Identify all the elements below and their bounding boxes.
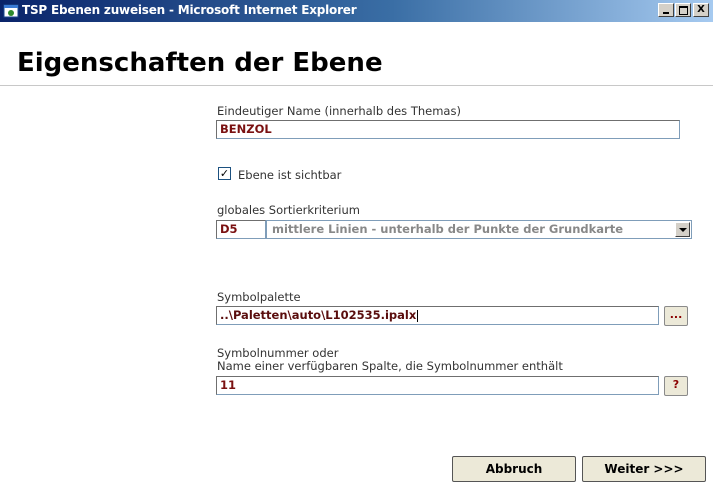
visible-checkbox[interactable]: ✓ xyxy=(218,167,231,180)
text-caret xyxy=(417,309,419,322)
window-title: TSP Ebenen zuweisen - Microsoft Internet… xyxy=(22,3,357,17)
header-divider xyxy=(0,85,713,86)
symbol-label-line1: Symbolnummer oder xyxy=(217,346,339,360)
symbol-label-line2: Name einer verfügbaren Spalte, die Symbo… xyxy=(217,359,563,373)
internet-explorer-icon xyxy=(3,3,19,19)
palette-browse-button[interactable]: ... xyxy=(664,306,688,326)
name-input[interactable]: BENZOL xyxy=(216,120,680,139)
palette-input[interactable]: ..\Paletten\auto\L102535.ipalx xyxy=(216,306,659,325)
cancel-button[interactable]: Abbruch xyxy=(452,456,576,482)
sort-code-input[interactable]: D5 xyxy=(216,220,266,239)
minimize-button[interactable] xyxy=(658,3,674,17)
symbol-number-input[interactable]: 11 xyxy=(216,376,659,395)
sort-select[interactable]: mittlere Linien - unterhalb der Punkte d… xyxy=(266,220,692,239)
close-button[interactable]: X xyxy=(693,3,709,17)
palette-label: Symbolpalette xyxy=(217,290,301,304)
symbol-help-button[interactable]: ? xyxy=(664,376,688,396)
title-bar: TSP Ebenen zuweisen - Microsoft Internet… xyxy=(0,0,713,22)
maximize-button[interactable] xyxy=(675,3,691,17)
chevron-down-icon[interactable] xyxy=(675,222,690,237)
palette-value: ..\Paletten\auto\L102535.ipalx xyxy=(220,308,417,322)
name-label: Eindeutiger Name (innerhalb des Themas) xyxy=(217,104,461,118)
sort-select-value: mittlere Linien - unterhalb der Punkte d… xyxy=(272,222,624,236)
sort-label: globales Sortierkriterium xyxy=(217,203,360,217)
next-button[interactable]: Weiter >>> xyxy=(582,456,706,482)
visible-label: Ebene ist sichtbar xyxy=(238,168,342,182)
page-title: Eigenschaften der Ebene xyxy=(17,48,383,78)
